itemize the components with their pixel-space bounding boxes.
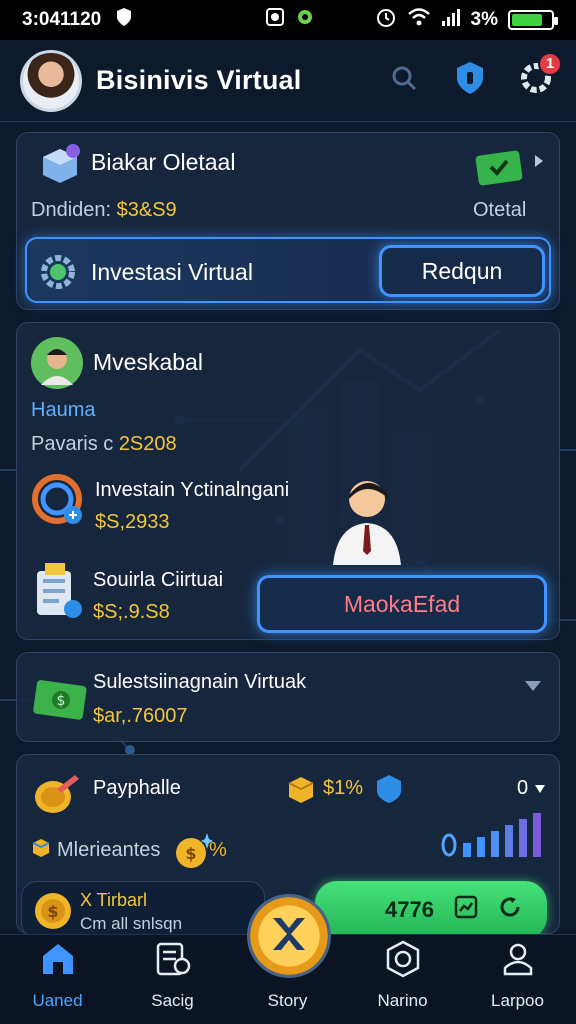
bonus-pill[interactable]: $ X Tirbarl Cm all snlsqn xyxy=(21,881,265,939)
battery-percent: 3% xyxy=(470,9,498,30)
status-bar: 3:041120 3% xyxy=(0,0,576,40)
stat-label: Mlerieantes xyxy=(57,839,161,861)
app-header: Bisinivis Virtual 1 xyxy=(0,40,576,122)
gear-icon xyxy=(39,253,77,291)
chevron-right-icon[interactable] xyxy=(533,153,545,174)
x-icon xyxy=(267,912,311,961)
search-button[interactable] xyxy=(384,61,424,101)
center-action-button[interactable] xyxy=(247,894,331,978)
green-value-pill[interactable]: 4776 xyxy=(315,881,547,939)
chevron-down-icon[interactable] xyxy=(523,679,543,698)
avatar[interactable] xyxy=(20,49,82,112)
wallet-card: Biakar Oletaal Dndiden: $3&S9 Otetal Inv… xyxy=(16,132,560,310)
battery-icon xyxy=(508,10,558,30)
investment-icon xyxy=(31,473,87,529)
wifi-icon xyxy=(407,7,431,33)
tools-icon xyxy=(154,940,192,983)
coin-pen-icon xyxy=(31,769,81,819)
coin-icon: $ xyxy=(32,890,74,932)
item-value: $S,2933 xyxy=(95,511,170,533)
nav-label: Story xyxy=(267,991,308,1010)
profile-name: Mveskabal xyxy=(93,349,203,375)
summary-title: Sulestsiinagnain Virtuak xyxy=(93,671,307,693)
chevron-down-icon[interactable] xyxy=(534,777,546,799)
nav-label: Larpoo xyxy=(491,991,544,1010)
security-button[interactable] xyxy=(450,61,490,101)
alarm-icon xyxy=(375,6,397,34)
corner-label: 0 xyxy=(517,777,529,799)
redeem-button[interactable]: Redqun xyxy=(379,245,545,297)
user-icon xyxy=(499,940,537,983)
shield-icon xyxy=(115,7,133,33)
item-title: Souirla Ciirtuai xyxy=(93,569,224,591)
cube-icon xyxy=(31,837,51,861)
money-icon: $ xyxy=(31,669,91,729)
page-title: Bisinivis Virtual xyxy=(96,65,302,95)
bonus-subtitle: Cm all snlsqn xyxy=(80,914,183,933)
svg-text:$: $ xyxy=(185,844,196,863)
bar-chart-icon xyxy=(441,809,547,864)
balance-value: $3&S9 xyxy=(116,199,177,221)
balance-label: Dndiden: xyxy=(31,199,112,221)
bonus-title: X Tirbarl xyxy=(80,890,148,910)
cube-icon xyxy=(37,143,83,189)
balance-label: Pavaris c xyxy=(31,433,114,455)
profile-card: Mveskabal Hauma Pavaris c 2S208 Investai… xyxy=(16,322,560,640)
profile-avatar[interactable] xyxy=(31,337,83,389)
total-label: Otetal xyxy=(473,199,527,221)
row-label: Investasi Virtual xyxy=(91,259,253,285)
green-value: 4776 xyxy=(385,897,434,922)
nav-label: Sacig xyxy=(151,991,194,1010)
person-illustration xyxy=(327,469,407,565)
shield-icon xyxy=(455,60,485,101)
nav-item-tools[interactable]: Sacig xyxy=(115,935,230,1024)
home-icon xyxy=(39,940,77,983)
item-title: Investain Yctinalngani xyxy=(95,479,290,501)
item-value: $S;.9.S8 xyxy=(93,601,170,623)
status-time: 3:041120 xyxy=(22,9,102,30)
chart-icon xyxy=(454,895,478,925)
coin-icon: $ xyxy=(173,831,213,871)
signal-icon xyxy=(441,7,461,33)
nav-item-profile[interactable]: Larpoo xyxy=(460,935,575,1024)
box-icon xyxy=(285,773,317,805)
summary-card[interactable]: $ Sulestsiinagnain Virtuak $ar,.76007 xyxy=(16,652,560,742)
document-icon xyxy=(31,561,87,623)
stat-suffix: % xyxy=(209,839,227,861)
record-icon xyxy=(265,7,285,33)
hexagon-icon xyxy=(384,940,422,983)
nav-label: Narino xyxy=(377,991,428,1010)
profile-role: Hauma xyxy=(31,399,96,421)
cash-icon xyxy=(473,145,529,191)
card-title: Biakar Oletaal xyxy=(91,149,236,175)
gear-icon xyxy=(295,7,315,33)
notification-badge: 1 xyxy=(538,51,562,76)
payment-title: Payphalle xyxy=(93,777,181,799)
refresh-icon xyxy=(498,895,522,925)
svg-text:$: $ xyxy=(47,902,58,921)
payment-badge-value: $1% xyxy=(323,777,364,799)
shield-icon xyxy=(373,773,405,805)
nav-label: Uaned xyxy=(32,991,83,1010)
nav-item-hexagon[interactable]: Narino xyxy=(345,935,460,1024)
balance-value: 2S208 xyxy=(118,433,177,455)
action-button[interactable]: MaokaEfad xyxy=(257,575,547,633)
settings-button[interactable]: 1 xyxy=(516,51,562,101)
nav-item-home[interactable]: Uaned xyxy=(0,935,115,1024)
svg-text:$: $ xyxy=(57,693,66,709)
summary-value: $ar,.76007 xyxy=(93,705,188,727)
search-icon xyxy=(390,64,418,97)
